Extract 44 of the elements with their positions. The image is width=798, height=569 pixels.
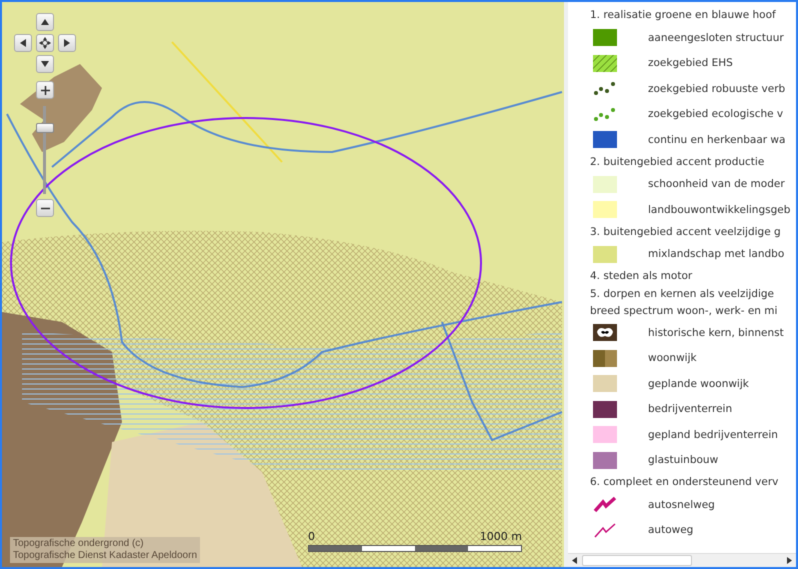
legend-heading: 3. buitengebied accent veelzijdige g [590,224,782,240]
pan-center-button[interactable] [36,34,54,52]
move-icon [39,37,51,49]
horizontal-scrollbar[interactable] [568,553,796,567]
legend-heading: 2. buitengebied accent productie [590,154,766,170]
attribution-text: Topografische ondergrond (c) [13,538,145,550]
legend-label: geplande woonwijk [648,378,749,390]
legend-label: zoekgebied robuuste verb [648,82,786,95]
legend-label: landbouwontwikkelingsgeb [648,204,790,216]
legend-label: zoekgebied ecologische v [648,108,784,120]
legend-label: continu en herkenbaar wa [648,134,786,146]
caret-left-icon [20,39,26,47]
legend-heading: 1. realisatie groene en blauwe hoof [590,8,777,23]
attribution-text: Topografische Dienst Kadaster Apeldoorn [13,550,198,562]
scroll-right-icon [787,557,792,564]
pan-right-button[interactable] [58,34,76,52]
scale-label: 0 [308,530,315,543]
legend-heading: 4. steden als motor [590,269,694,284]
caret-down-icon [41,61,49,67]
legend-label: aaneengesloten structuur [648,32,784,44]
pan-up-button[interactable] [36,13,54,31]
legend-label: bedrijventerrein [648,403,732,416]
zoom-out-button[interactable] [36,199,54,217]
legend-label: historische kern, binnenst [648,326,784,339]
legend-label: zoekgebied EHS [648,57,733,70]
legend-heading: 5. dorpen en kernen als veelzijdige [590,287,776,302]
scale-label: 1000 m [480,530,522,543]
zoom-in-button[interactable] [36,81,54,99]
pan-left-button[interactable] [14,34,32,52]
zoom-slider-handle[interactable] [36,123,54,133]
legend-label: autoweg [648,524,694,536]
legend-label: glastuinbouw [648,454,718,466]
scroll-left-icon [572,557,577,564]
legend-label: woonwijk [648,352,697,364]
legend-label: mixlandschap met landbo [648,248,784,260]
pan-down-button[interactable] [36,55,54,73]
plus-icon [40,86,50,94]
legend-label: autosnelweg [648,498,715,511]
legend-heading: 6. compleet en ondersteunend verv [590,475,780,490]
caret-right-icon [64,39,70,47]
legend-label: schoonheid van de moder [648,178,785,190]
caret-up-icon [41,19,49,25]
legend-label: gepland bedrijventerrein [648,428,778,441]
legend-heading: breed spectrum woon-, werk- en mi [590,304,778,319]
